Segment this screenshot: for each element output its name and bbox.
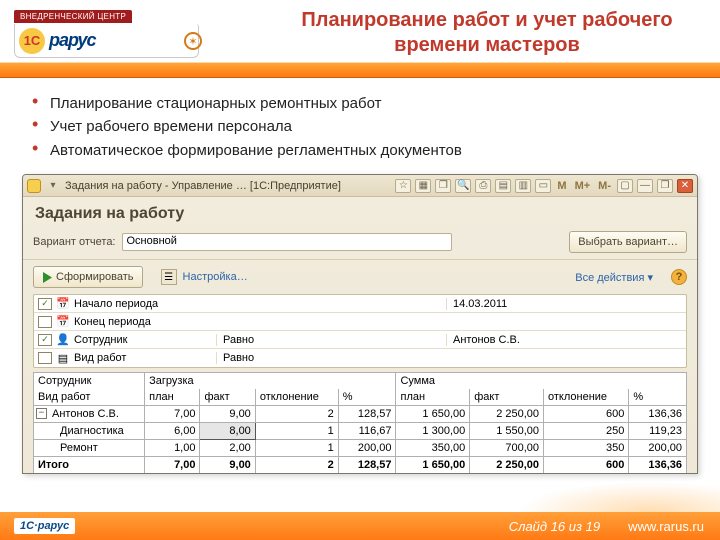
calendar-icon: 📅 [56, 315, 70, 329]
star-icon[interactable]: ☆ [395, 179, 411, 193]
th-load: Загрузка [145, 373, 396, 389]
close-button[interactable]: ✕ [677, 179, 693, 193]
mem-mminus[interactable]: M- [596, 180, 613, 192]
filter-row[interactable]: 📅 Конец периода [34, 313, 686, 331]
minimize2-button[interactable]: — [637, 179, 653, 193]
titlebar[interactable]: ▾ Задания на работу - Управление … [1С:П… [23, 175, 697, 197]
variant-field[interactable]: Основной [122, 233, 452, 251]
bullet-item: Планирование стационарных ремонтных рабо… [30, 92, 690, 115]
doc-icon[interactable]: ❐ [435, 179, 451, 193]
th-worktype: Вид работ [34, 389, 145, 406]
app-icon [27, 179, 41, 193]
filter-label: Конец периода [74, 316, 151, 328]
filter-row[interactable]: ✓ 📅 Начало периода 14.03.2011 [34, 295, 686, 313]
report-title: Задания на работу [23, 197, 697, 229]
filter-label: Вид работ [74, 352, 126, 364]
print-icon[interactable]: ⎙ [475, 179, 491, 193]
checkbox[interactable]: ✓ [38, 298, 52, 310]
variant-value: Основной [127, 235, 177, 247]
dropdown-icon[interactable]: ▾ [45, 179, 61, 193]
filter-row[interactable]: ▤ Вид работ Равно [34, 349, 686, 367]
filters-panel: ✓ 📅 Начало периода 14.03.2011 📅 Конец пери… [33, 294, 687, 368]
slide-footer: 1С·рарус Слайд 16 из 19 www.rarus.ru [0, 512, 720, 540]
header-divider [0, 62, 720, 78]
window-title: Задания на работу - Управление … [1С:Пре… [65, 180, 341, 192]
th-employee: Сотрудник [34, 373, 145, 389]
slide-title: Планирование работ и учет рабочего време… [272, 8, 702, 58]
swirl-icon: ✶ [184, 32, 202, 50]
filter-label: Начало периода [74, 298, 158, 310]
selected-cell[interactable]: 8,00 [200, 423, 255, 440]
minimize-button[interactable]: ▢ [617, 179, 633, 193]
mem-m[interactable]: M [555, 180, 568, 192]
filter-op[interactable]: Равно [216, 334, 446, 346]
table-row[interactable]: Ремонт 1,00 2,00 1 200,00 350,00 700,00 … [34, 440, 687, 457]
one-c-icon: 1C [19, 28, 45, 54]
app-window: ▾ Задания на работу - Управление … [1С:П… [22, 174, 698, 474]
calendar-icon: 📅 [56, 297, 70, 311]
variant-label: Вариант отчета: [33, 236, 116, 248]
checkbox[interactable]: ✓ [38, 334, 52, 346]
th: план [396, 389, 470, 406]
filter-value[interactable]: 14.03.2011 [446, 298, 686, 310]
list-icon: ▤ [56, 351, 70, 365]
vendor-logo: ВНЕДРЕНЧЕСКИЙ ЦЕНТР 1C рарус ✶ [14, 6, 199, 50]
help-button[interactable]: ? [671, 269, 687, 285]
checkbox[interactable] [38, 352, 52, 364]
filter-value[interactable]: Антонов С.В. [446, 334, 686, 346]
footer-logo: 1С·рарус [14, 518, 75, 534]
table-row[interactable]: −Антонов С.В. 7,00 9,00 2 128,57 1 650,0… [34, 406, 687, 423]
choose-variant-button[interactable]: Выбрать вариант… [569, 231, 687, 253]
find-icon[interactable]: 🔍 [455, 179, 471, 193]
th: план [145, 389, 200, 406]
logo-badge: ВНЕДРЕНЧЕСКИЙ ЦЕНТР [14, 10, 132, 23]
th: % [629, 389, 687, 406]
filter-label: Сотрудник [74, 334, 127, 346]
filter-op[interactable]: Равно [216, 352, 446, 364]
th: факт [200, 389, 255, 406]
grid-icon[interactable]: ▦ [415, 179, 431, 193]
table-row-total[interactable]: Итого 7,00 9,00 2 128,57 1 650,00 2 250,… [34, 457, 687, 474]
th: отклонение [544, 389, 629, 406]
person-icon: 👤 [56, 333, 70, 347]
checkbox[interactable] [38, 316, 52, 328]
bullet-item: Автоматическое формирование регламентных… [30, 139, 690, 162]
slide-number: Слайд 16 из 19 [509, 519, 600, 534]
footer-site: www.rarus.ru [628, 519, 704, 534]
bullet-item: Учет рабочего времени персонала [30, 115, 690, 138]
th: % [338, 389, 396, 406]
mini2-icon[interactable]: ▥ [515, 179, 531, 193]
logo-text: рарус [49, 30, 96, 51]
table-row[interactable]: Диагностика 6,00 8,00 1 116,67 1 300,00 … [34, 423, 687, 440]
settings-icon: ☰ [161, 269, 177, 285]
all-actions-menu[interactable]: Все действия ▾ [575, 271, 653, 284]
calc-icon[interactable]: ▭ [535, 179, 551, 193]
mem-mplus[interactable]: M+ [573, 180, 593, 192]
mini1-icon[interactable]: ▤ [495, 179, 511, 193]
play-icon [42, 272, 52, 283]
report-table: Сотрудник Загрузка Сумма Вид работ план … [33, 372, 687, 474]
maximize-button[interactable]: ❐ [657, 179, 673, 193]
generate-button[interactable]: Сформировать [33, 266, 143, 288]
th-sum: Сумма [396, 373, 687, 389]
th: факт [470, 389, 544, 406]
bullet-list: Планирование стационарных ремонтных рабо… [30, 92, 690, 162]
settings-link[interactable]: Настройка… [183, 271, 248, 283]
th: отклонение [255, 389, 338, 406]
collapse-toggle[interactable]: − [36, 408, 47, 419]
filter-row[interactable]: ✓ 👤 Сотрудник Равно Антонов С.В. [34, 331, 686, 349]
